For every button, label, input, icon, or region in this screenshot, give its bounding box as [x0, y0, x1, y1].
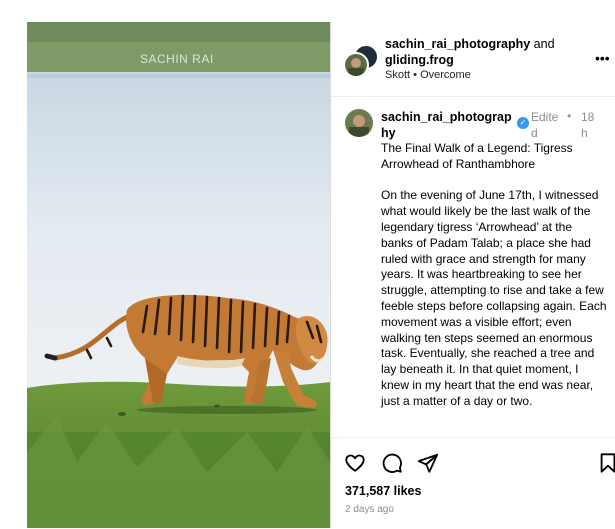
avatar-sachin-rai[interactable] — [343, 52, 369, 78]
post-caption: sachin_rai_photography ✓ Edited • 18h Th… — [331, 97, 615, 437]
caption-username[interactable]: sachin_rai_photography — [381, 109, 515, 141]
header-connector: and — [533, 37, 555, 51]
caption-paragraph-2: On the evening of June 17th, I witnessed… — [381, 188, 607, 408]
header-username-2[interactable]: gliding.frog — [385, 53, 454, 67]
photo-watermark: SACHIN RAI — [140, 52, 214, 66]
verified-badge-icon: ✓ — [517, 117, 529, 129]
audio-info[interactable]: Skott • Overcome — [385, 69, 471, 81]
comment-icon[interactable] — [381, 452, 403, 474]
caption-dot: • — [567, 109, 572, 123]
header-username-1[interactable]: sachin_rai_photography — [385, 37, 530, 51]
post-details-panel: sachin_rai_photography and gliding.frog … — [331, 22, 615, 528]
share-icon[interactable] — [417, 452, 439, 474]
bookmark-icon[interactable] — [597, 452, 615, 474]
audio-artist[interactable]: Skott — [385, 69, 410, 81]
post-date[interactable]: 2 days ago — [345, 504, 394, 515]
audio-track[interactable]: Overcome — [420, 69, 471, 81]
likes-count[interactable]: 371,587 likes — [345, 484, 421, 498]
caption-text: The Final Walk of a Legend: Tigress Arro… — [381, 141, 607, 425]
edited-label: Edited — [531, 110, 559, 140]
heart-icon[interactable] — [344, 452, 366, 474]
post-actions: 371,587 likes 2 days ago — [331, 437, 615, 529]
collab-avatars[interactable] — [343, 44, 379, 78]
caption-avatar[interactable] — [345, 109, 373, 137]
more-options-icon[interactable]: ••• — [595, 50, 610, 66]
collab-usernames: sachin_rai_photography and gliding.frog — [385, 36, 585, 68]
caption-time[interactable]: 18h — [581, 109, 595, 141]
tiger-photo-illustration — [27, 22, 330, 528]
audio-separator: • — [413, 69, 417, 81]
caption-paragraph-1: The Final Walk of a Legend: Tigress Arro… — [381, 141, 573, 171]
post-photo[interactable]: SACHIN RAI — [27, 22, 330, 528]
post-header: sachin_rai_photography and gliding.frog … — [331, 22, 615, 97]
